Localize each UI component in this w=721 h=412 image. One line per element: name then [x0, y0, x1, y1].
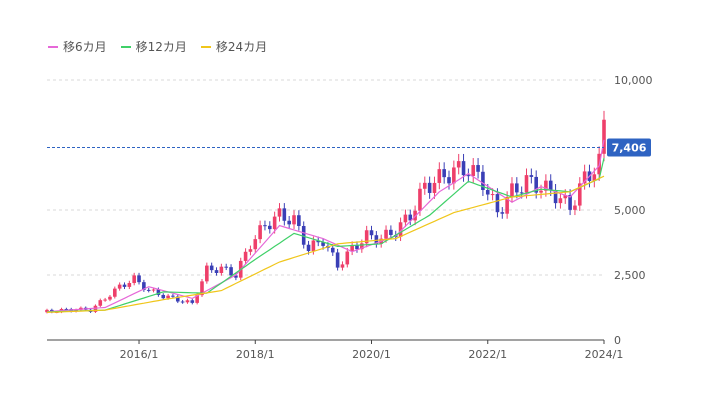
- candle-body: [214, 270, 219, 273]
- candle-body: [103, 299, 107, 301]
- candle-body: [384, 229, 388, 239]
- candle-body: [345, 251, 350, 265]
- y-tick-label: 0: [614, 334, 621, 347]
- candle-body: [268, 225, 272, 230]
- price-chart: 0 2,500 5,000 10,000 2016/1 2018/1 2020/1 2022/…: [45, 74, 653, 361]
- candle-body: [127, 283, 132, 287]
- candle-body: [476, 165, 480, 172]
- candle-body: [452, 167, 456, 184]
- candle-body: [573, 205, 577, 210]
- candle-body: [137, 275, 141, 283]
- candle-body: [224, 266, 229, 268]
- candle-body: [185, 300, 190, 303]
- candle-body: [277, 208, 282, 217]
- candle-body: [510, 183, 514, 198]
- candle-body: [272, 216, 277, 230]
- candle-body: [432, 182, 437, 193]
- candle-body: [422, 182, 427, 189]
- candle-body: [108, 296, 112, 300]
- candle-body: [248, 249, 253, 252]
- candle-body: [539, 190, 543, 193]
- candle-body: [442, 169, 446, 178]
- candle-body: [243, 251, 248, 261]
- candle-body: [98, 300, 103, 306]
- candle-body: [132, 275, 136, 284]
- candle-body: [437, 169, 442, 183]
- x-tick-label: 2024/1: [585, 348, 624, 361]
- candle-body: [171, 295, 175, 297]
- candles: [45, 110, 606, 314]
- x-tick-label: 2022/1: [468, 348, 507, 361]
- candle-body: [306, 244, 311, 252]
- candle-body: [282, 208, 287, 221]
- candle-body: [292, 215, 296, 225]
- candle-body: [519, 192, 524, 194]
- candle-body: [466, 175, 471, 177]
- x-tick-label: 2020/1: [352, 348, 391, 361]
- candle-body: [161, 294, 166, 299]
- candle-body: [340, 264, 345, 268]
- candle-body: [209, 265, 214, 271]
- candle-body: [190, 300, 195, 303]
- y-tick-label: 10,000: [614, 74, 653, 87]
- candle-body: [166, 295, 170, 299]
- ma24-line: [46, 175, 605, 313]
- candle-body: [427, 182, 432, 193]
- ma12-line: [46, 157, 605, 313]
- candle-body: [113, 288, 117, 297]
- candle-body: [490, 194, 495, 196]
- candle-body: [548, 180, 553, 191]
- candle-body: [180, 301, 185, 303]
- candle-body: [524, 175, 529, 193]
- candle-body: [335, 252, 340, 268]
- candle-body: [485, 190, 490, 195]
- candle-body: [311, 240, 316, 252]
- candle-body: [500, 212, 505, 214]
- candle-body: [122, 284, 127, 287]
- candle-body: [461, 161, 466, 176]
- candle-body: [456, 161, 461, 168]
- candle-body: [117, 284, 122, 289]
- candle-body: [151, 289, 156, 291]
- candle-body: [263, 225, 267, 227]
- candle-body: [219, 266, 224, 273]
- candle-body: [447, 177, 451, 184]
- candle-body: [529, 175, 534, 177]
- candle-body: [253, 239, 258, 250]
- candle-body: [403, 214, 408, 223]
- candle-body: [558, 198, 563, 204]
- candle-body: [297, 215, 301, 226]
- candle-body: [495, 194, 500, 213]
- candle-body: [205, 265, 209, 282]
- candle-body: [418, 188, 422, 211]
- candle-body: [146, 289, 151, 291]
- candle-body: [258, 225, 262, 240]
- candle-body: [389, 229, 393, 235]
- candle-body: [330, 247, 335, 253]
- y-tick-label: 5,000: [614, 204, 646, 217]
- candle-body: [369, 230, 374, 236]
- candle-body: [515, 183, 519, 193]
- candle-body: [471, 165, 476, 176]
- current-price-label: 7,406: [612, 141, 647, 154]
- chart-container: 移6カ月 移12カ月 移24カ月 0 2,500 5,000 10,000 2016/1…: [0, 0, 721, 412]
- y-tick-label: 2,500: [614, 269, 646, 282]
- candle-body: [229, 267, 233, 276]
- x-tick-label: 2018/1: [236, 348, 275, 361]
- candle-body: [287, 220, 291, 225]
- x-tick-label: 2016/1: [120, 348, 159, 361]
